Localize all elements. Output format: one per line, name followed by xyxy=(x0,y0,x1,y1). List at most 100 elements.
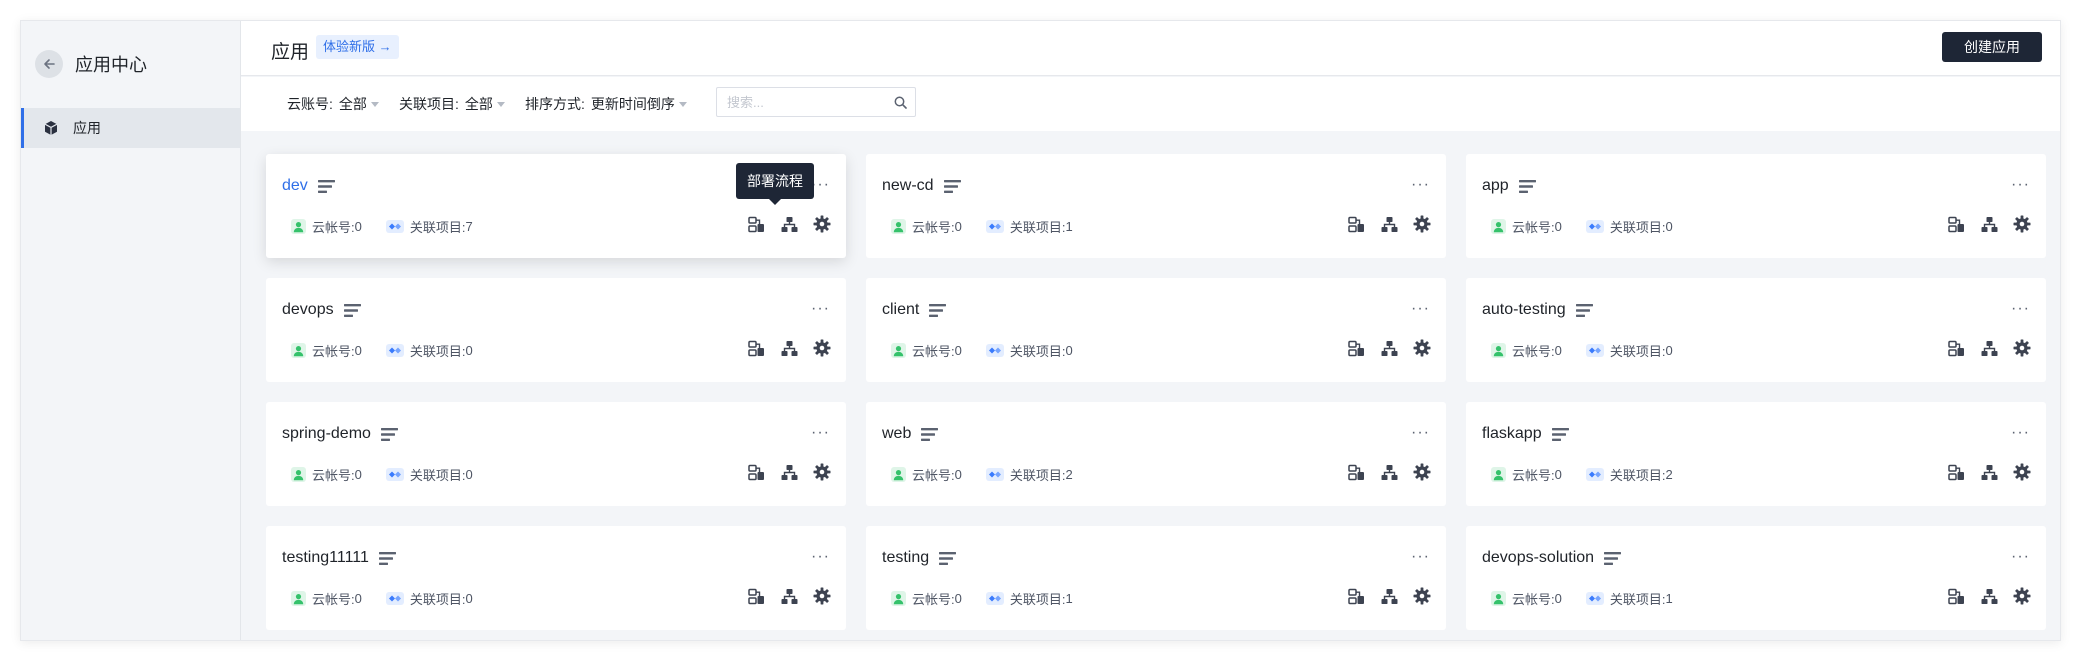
account-filter[interactable]: 云账号: 全部 xyxy=(287,94,379,114)
settings-button[interactable] xyxy=(2012,338,2032,358)
more-options-icon[interactable]: ··· xyxy=(1411,300,1430,318)
app-card[interactable]: app ··· 云帐号: 0 关联项目: 0 xyxy=(1466,154,2046,258)
app-card[interactable]: devops-solution ··· 云帐号: 0 关联项目: 1 xyxy=(1466,526,2046,630)
app-card[interactable]: auto-testing ··· 云帐号: 0 关联项目: 0 xyxy=(1466,278,2046,382)
project-filter[interactable]: 关联项目: 全部 xyxy=(399,94,505,114)
project-count: 关联项目: 1 xyxy=(1585,589,1673,608)
settings-button[interactable] xyxy=(1412,462,1432,482)
create-app-button[interactable]: 创建应用 xyxy=(1942,32,2042,62)
deploy-flow-button[interactable] xyxy=(1946,214,1966,234)
settings-button[interactable] xyxy=(2012,586,2032,606)
app-card[interactable]: testing11111 ··· 云帐号: 0 关联项目: 0 xyxy=(266,526,846,630)
topology-icon xyxy=(1381,216,1397,232)
description-lines-icon[interactable] xyxy=(921,427,939,441)
topology-button[interactable] xyxy=(779,462,799,482)
description-lines-icon[interactable] xyxy=(380,427,398,441)
deploy-flow-button[interactable] xyxy=(746,338,766,358)
description-lines-icon[interactable] xyxy=(317,179,335,193)
description-lines-icon[interactable] xyxy=(943,179,961,193)
app-name[interactable]: new-cd xyxy=(882,177,934,195)
topology-button[interactable] xyxy=(779,586,799,606)
try-new-version-badge[interactable]: 体验新版 → xyxy=(316,35,399,59)
settings-button[interactable] xyxy=(1412,338,1432,358)
deploy-flow-button[interactable] xyxy=(1946,586,1966,606)
app-name[interactable]: devops xyxy=(282,301,334,319)
app-card[interactable]: client ··· 云帐号: 0 关联项目: 0 xyxy=(866,278,1446,382)
app-name[interactable]: dev xyxy=(282,177,308,195)
deploy-flow-button[interactable] xyxy=(1346,462,1366,482)
topology-button[interactable] xyxy=(779,338,799,358)
settings-button[interactable] xyxy=(2012,214,2032,234)
back-button[interactable] xyxy=(35,50,63,78)
app-card[interactable]: flaskapp ··· 云帐号: 0 关联项目: 2 xyxy=(1466,402,2046,506)
description-lines-icon[interactable] xyxy=(1551,427,1569,441)
settings-button[interactable] xyxy=(812,338,832,358)
topology-button[interactable] xyxy=(1379,462,1399,482)
search-icon[interactable] xyxy=(894,96,907,109)
app-name[interactable]: spring-demo xyxy=(282,425,371,443)
account-label: 云帐号: xyxy=(912,220,955,235)
topology-button[interactable] xyxy=(1979,462,1999,482)
topology-button[interactable] xyxy=(1379,214,1399,234)
app-name[interactable]: client xyxy=(882,301,919,319)
more-options-icon[interactable]: ··· xyxy=(1411,548,1430,566)
topology-button[interactable] xyxy=(1979,338,1999,358)
topology-button[interactable] xyxy=(779,214,799,234)
deploy-flow-button[interactable] xyxy=(1946,338,1966,358)
settings-button[interactable] xyxy=(812,586,832,606)
topology-button[interactable] xyxy=(1979,586,1999,606)
description-lines-icon[interactable] xyxy=(939,551,957,565)
description-lines-icon[interactable] xyxy=(1518,179,1536,193)
deploy-flow-button[interactable] xyxy=(1346,586,1366,606)
description-lines-icon[interactable] xyxy=(1604,551,1622,565)
app-name[interactable]: testing11111 xyxy=(282,549,369,567)
app-card[interactable]: new-cd ··· 云帐号: 0 关联项目: 1 xyxy=(866,154,1446,258)
deploy-flow-button[interactable] xyxy=(1946,462,1966,482)
app-card[interactable]: devops ··· 云帐号: 0 关联项目: 0 xyxy=(266,278,846,382)
project-count-value: 0 xyxy=(465,467,473,482)
app-name[interactable]: testing xyxy=(882,549,929,567)
sidebar-item-apps[interactable]: 应用 xyxy=(21,108,240,148)
deploy-flow-button[interactable] xyxy=(746,214,766,234)
topology-button[interactable] xyxy=(1979,214,1999,234)
project-count: 关联项目: 0 xyxy=(985,341,1073,360)
deploy-flow-button[interactable] xyxy=(746,462,766,482)
more-options-icon[interactable]: ··· xyxy=(811,548,830,566)
sort-filter[interactable]: 排序方式: 更新时间倒序 xyxy=(525,94,687,114)
app-card[interactable]: web ··· 云帐号: 0 关联项目: 2 xyxy=(866,402,1446,506)
account-count: 云帐号: 0 xyxy=(1491,217,1562,236)
app-card[interactable]: testing ··· 云帐号: 0 关联项目: 1 xyxy=(866,526,1446,630)
description-lines-icon[interactable] xyxy=(378,551,396,565)
deploy-flow-button[interactable] xyxy=(746,586,766,606)
more-options-icon[interactable]: ··· xyxy=(1411,176,1430,194)
settings-button[interactable] xyxy=(1412,586,1432,606)
settings-button[interactable] xyxy=(2012,462,2032,482)
app-name[interactable]: web xyxy=(882,425,911,443)
more-options-icon[interactable]: ··· xyxy=(1411,424,1430,442)
app-name[interactable]: app xyxy=(1482,177,1509,195)
app-name[interactable]: devops-solution xyxy=(1482,549,1594,567)
more-options-icon[interactable]: ··· xyxy=(2011,548,2030,566)
settings-button[interactable] xyxy=(812,462,832,482)
app-name[interactable]: flaskapp xyxy=(1482,425,1542,443)
deploy-flow-button[interactable] xyxy=(1346,338,1366,358)
more-options-icon[interactable]: ··· xyxy=(811,424,830,442)
app-name[interactable]: auto-testing xyxy=(1482,301,1566,319)
user-icon xyxy=(891,467,906,482)
app-actions xyxy=(1333,586,1432,606)
description-lines-icon[interactable] xyxy=(929,303,947,317)
more-options-icon[interactable]: ··· xyxy=(2011,300,2030,318)
deploy-flow-button[interactable] xyxy=(1346,214,1366,234)
search-input[interactable] xyxy=(717,88,885,116)
more-options-icon[interactable]: ··· xyxy=(811,300,830,318)
settings-button[interactable] xyxy=(812,214,832,234)
app-card[interactable]: spring-demo ··· 云帐号: 0 关联项目: 0 xyxy=(266,402,846,506)
topology-button[interactable] xyxy=(1379,586,1399,606)
settings-button[interactable] xyxy=(1412,214,1432,234)
description-lines-icon[interactable] xyxy=(343,303,361,317)
filter-bar: 云账号: 全部 关联项目: 全部 排序方式: 更新时间倒序 xyxy=(241,77,2060,131)
more-options-icon[interactable]: ··· xyxy=(2011,424,2030,442)
description-lines-icon[interactable] xyxy=(1575,303,1593,317)
more-options-icon[interactable]: ··· xyxy=(2011,176,2030,194)
topology-button[interactable] xyxy=(1379,338,1399,358)
